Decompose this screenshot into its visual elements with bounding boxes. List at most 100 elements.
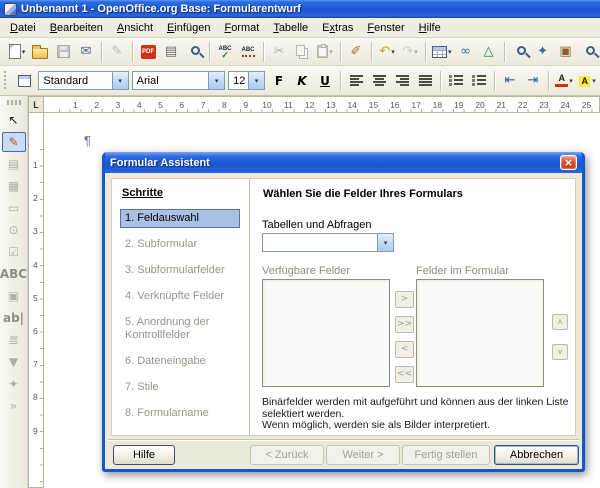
toolbar-separator xyxy=(371,42,372,62)
highlighting-button[interactable]: ▾ xyxy=(576,70,598,92)
ruler-number: 8 xyxy=(33,392,38,402)
ruler-number: 15 xyxy=(369,100,378,110)
draw-functions-button[interactable]: △ xyxy=(478,41,500,63)
decrease-indent-button[interactable]: ⇤ xyxy=(499,70,521,92)
export-pdf-button[interactable] xyxy=(137,41,159,63)
open-button[interactable] xyxy=(29,41,51,63)
toolbar-grip[interactable] xyxy=(7,100,21,105)
tab-stop-selector[interactable]: L xyxy=(28,96,44,113)
ruler-number: 7 xyxy=(33,359,38,369)
toolbar-separator xyxy=(209,42,210,62)
menu-tabelle[interactable]: Tabelle xyxy=(266,20,315,36)
menu-einfuegen[interactable]: Einfügen xyxy=(160,20,217,36)
find-replace-icon xyxy=(517,46,526,55)
underline-icon: U xyxy=(320,75,330,87)
ruler-number: 4 xyxy=(33,260,38,270)
navigator-icon: ✦ xyxy=(537,45,548,58)
menu-datei[interactable]: Datei xyxy=(3,20,43,36)
format-paintbrush-button[interactable]: ✐ xyxy=(345,41,367,63)
styles-window-button[interactable] xyxy=(13,70,35,92)
text-box-button: ab| xyxy=(2,308,26,328)
menu-hilfe[interactable]: Hilfe xyxy=(412,20,448,36)
print-button[interactable]: ▤ xyxy=(160,41,182,63)
dropdown-arrow-icon[interactable]: ▾ xyxy=(112,72,128,89)
dropdown-arrow-icon[interactable]: ▾ xyxy=(208,72,224,89)
dropdown-arrow-icon[interactable]: ▾ xyxy=(248,72,264,89)
italic-button[interactable]: K xyxy=(291,70,313,92)
combo-box-button: ▼ xyxy=(2,352,26,372)
undo-icon: ↶ xyxy=(379,45,390,58)
dropdown-arrow-icon: ▾ xyxy=(391,48,395,56)
font-color-icon xyxy=(555,74,568,87)
menu-ansicht[interactable]: Ansicht xyxy=(110,20,160,36)
help-button[interactable]: Hilfe xyxy=(113,445,175,465)
gallery-button[interactable]: ▣ xyxy=(555,41,577,63)
auto-spellcheck-button[interactable] xyxy=(237,41,259,63)
bold-button[interactable]: F xyxy=(268,70,290,92)
underline-button[interactable]: U xyxy=(314,70,336,92)
dialog-title-bar[interactable]: Formular Assistent × xyxy=(105,152,582,173)
font-name-combo[interactable]: Arial ▾ xyxy=(132,71,225,90)
ruler-number: 4 xyxy=(137,100,142,110)
numbered-list-button[interactable] xyxy=(445,70,467,92)
dropdown-arrow-icon: ▾ xyxy=(569,77,573,85)
bullet-list-button[interactable] xyxy=(468,70,490,92)
align-right-button[interactable] xyxy=(391,70,413,92)
font-color-button[interactable]: ▾ xyxy=(553,70,575,92)
decrease-indent-icon: ⇤ xyxy=(505,74,516,87)
dialog-close-button[interactable]: × xyxy=(560,155,577,170)
ruler-number: 21 xyxy=(497,100,506,110)
ruler-number: 12 xyxy=(305,100,314,110)
toolbar-separator xyxy=(132,42,133,62)
redo-button: ↷▾ xyxy=(399,41,421,63)
select-button[interactable]: ↖ xyxy=(2,110,26,130)
insert-table-button[interactable]: ▾ xyxy=(430,41,454,63)
undo-button[interactable]: ↶▾ xyxy=(376,41,398,63)
copy-icon xyxy=(296,45,305,56)
menu-bearbeiten[interactable]: Bearbeiten xyxy=(43,20,110,36)
dialog-button-row: Hilfe< ZurückWeiter >Fertig stellenAbbre… xyxy=(105,173,582,469)
align-center-button[interactable] xyxy=(368,70,390,92)
pilcrow-mark: ¶ xyxy=(84,133,91,148)
increase-indent-button[interactable]: ⇥ xyxy=(522,70,544,92)
form-wizard-dialog: Formular Assistent × Schritte 1. Feldaus… xyxy=(102,152,585,472)
navigator-button[interactable]: ✦ xyxy=(532,41,554,63)
numbered-list-icon xyxy=(449,75,463,86)
menu-format[interactable]: Format xyxy=(217,20,266,36)
new-document-button[interactable]: ▾ xyxy=(6,41,28,63)
toolbar-grip[interactable] xyxy=(4,71,6,91)
vertical-ruler[interactable]: 123456789 xyxy=(28,113,44,488)
new-document-icon xyxy=(9,44,21,59)
ruler-number: 8 xyxy=(222,100,227,110)
menu-extras[interactable]: Extras xyxy=(315,20,360,36)
more-controls-icon: » xyxy=(10,400,17,412)
window-title: Unbenannt 1 - OpenOffice.org Base: Formu… xyxy=(21,3,301,15)
cancel-button[interactable]: Abbrechen xyxy=(494,445,579,465)
ruler-number: 20 xyxy=(475,100,484,110)
horizontal-ruler[interactable]: 1234567891011121314151617181920212223242… xyxy=(44,96,600,113)
spellcheck-button[interactable] xyxy=(214,41,236,63)
align-left-button[interactable] xyxy=(345,70,367,92)
page-preview-button[interactable] xyxy=(183,41,205,63)
check-box-icon: ☑ xyxy=(8,246,19,258)
design-mode-button[interactable]: ✎ xyxy=(2,132,26,152)
insert-table-icon xyxy=(432,46,447,58)
paragraph-style-value: Standard xyxy=(43,75,88,87)
font-size-combo[interactable]: 12 ▾ xyxy=(228,71,265,90)
ruler-number: 2 xyxy=(33,193,38,203)
spellcheck-icon xyxy=(219,46,232,58)
zoom-button[interactable] xyxy=(578,41,600,63)
hyperlink-button[interactable]: ∞ xyxy=(455,41,477,63)
ruler-number: 18 xyxy=(433,100,442,110)
send-email-button[interactable]: ✉ xyxy=(75,41,97,63)
justify-button[interactable] xyxy=(414,70,436,92)
font-name-value: Arial xyxy=(137,75,159,87)
push-button-button: ▭ xyxy=(2,198,26,218)
toolbar-separator xyxy=(425,42,426,62)
paragraph-style-combo[interactable]: Standard ▾ xyxy=(38,71,128,90)
ruler-number: 9 xyxy=(33,426,38,436)
find-replace-button[interactable] xyxy=(509,41,531,63)
ruler-number: 17 xyxy=(411,100,420,110)
title-bar[interactable]: Unbenannt 1 - OpenOffice.org Base: Formu… xyxy=(0,0,600,18)
menu-fenster[interactable]: Fenster xyxy=(360,20,411,36)
